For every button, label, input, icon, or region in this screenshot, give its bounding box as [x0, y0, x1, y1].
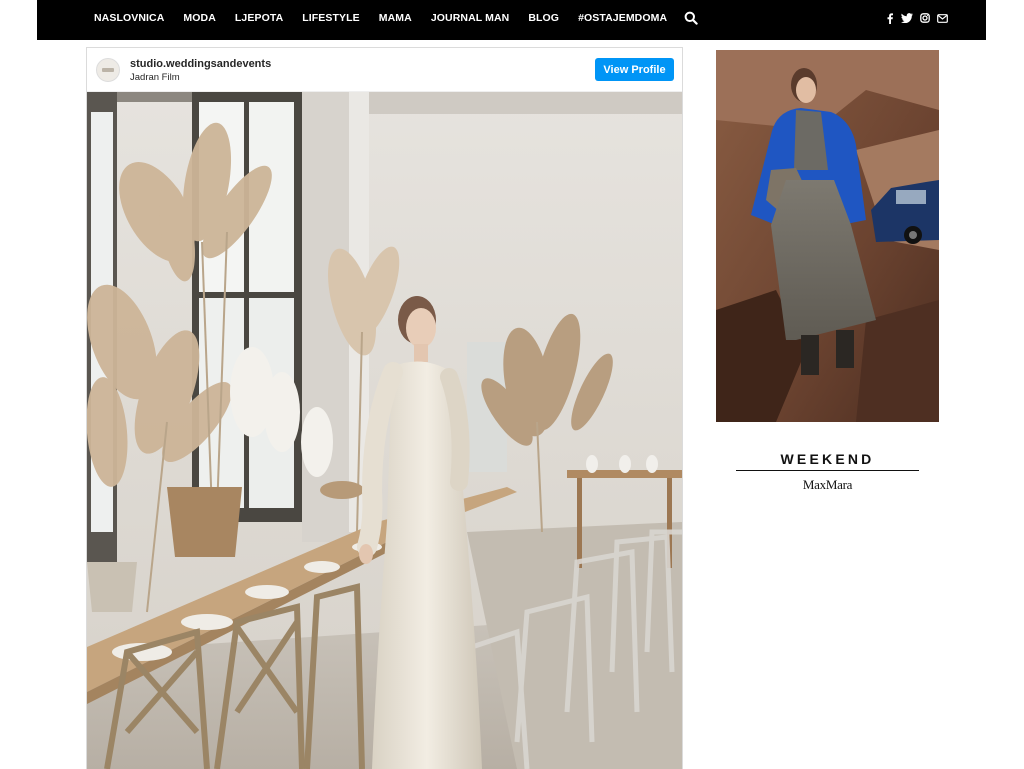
nav-item-blog[interactable]: BLOG [528, 12, 559, 24]
nav-item-naslovnica[interactable]: NASLOVNICA [94, 12, 164, 24]
social-links [886, 0, 948, 36]
embed-location[interactable]: Jadran Film [130, 72, 180, 83]
nav-item-lifestyle[interactable]: LIFESTYLE [302, 12, 360, 24]
twitter-icon[interactable] [901, 13, 913, 23]
nav-item-journal-man[interactable]: JOURNAL MAN [431, 12, 510, 24]
nav-item-moda[interactable]: MODA [183, 12, 215, 24]
instagram-embed: studio.weddingsandevents Jadran Film Vie… [86, 47, 683, 769]
avatar[interactable] [96, 58, 120, 82]
ad-brand-weekend: WEEKEND [736, 451, 919, 471]
nav-item-mama[interactable]: MAMA [379, 12, 412, 24]
top-navigation-bar: NASLOVNICA MODA LJEPOTA LIFESTYLE MAMA J… [37, 0, 986, 40]
nav-item-ljepota[interactable]: LJEPOTA [235, 12, 283, 24]
ad-brand-logo[interactable]: WEEKEND MaxMara [736, 451, 919, 493]
facebook-icon[interactable] [886, 12, 894, 24]
embed-username[interactable]: studio.weddingsandevents [130, 58, 271, 70]
mail-icon[interactable] [937, 13, 948, 23]
ad-image[interactable] [716, 50, 939, 422]
main-nav: NASLOVNICA MODA LJEPOTA LIFESTYLE MAMA J… [94, 0, 698, 36]
search-icon[interactable] [684, 11, 698, 25]
nav-item-ostajemdoma[interactable]: #OSTAJEMDOMA [578, 12, 667, 24]
instagram-icon[interactable] [920, 13, 930, 23]
view-profile-button[interactable]: View Profile [595, 58, 674, 81]
post-photo[interactable] [87, 92, 682, 769]
ad-brand-maxmara: MaxMara [802, 477, 853, 492]
embed-header: studio.weddingsandevents Jadran Film Vie… [87, 48, 682, 92]
